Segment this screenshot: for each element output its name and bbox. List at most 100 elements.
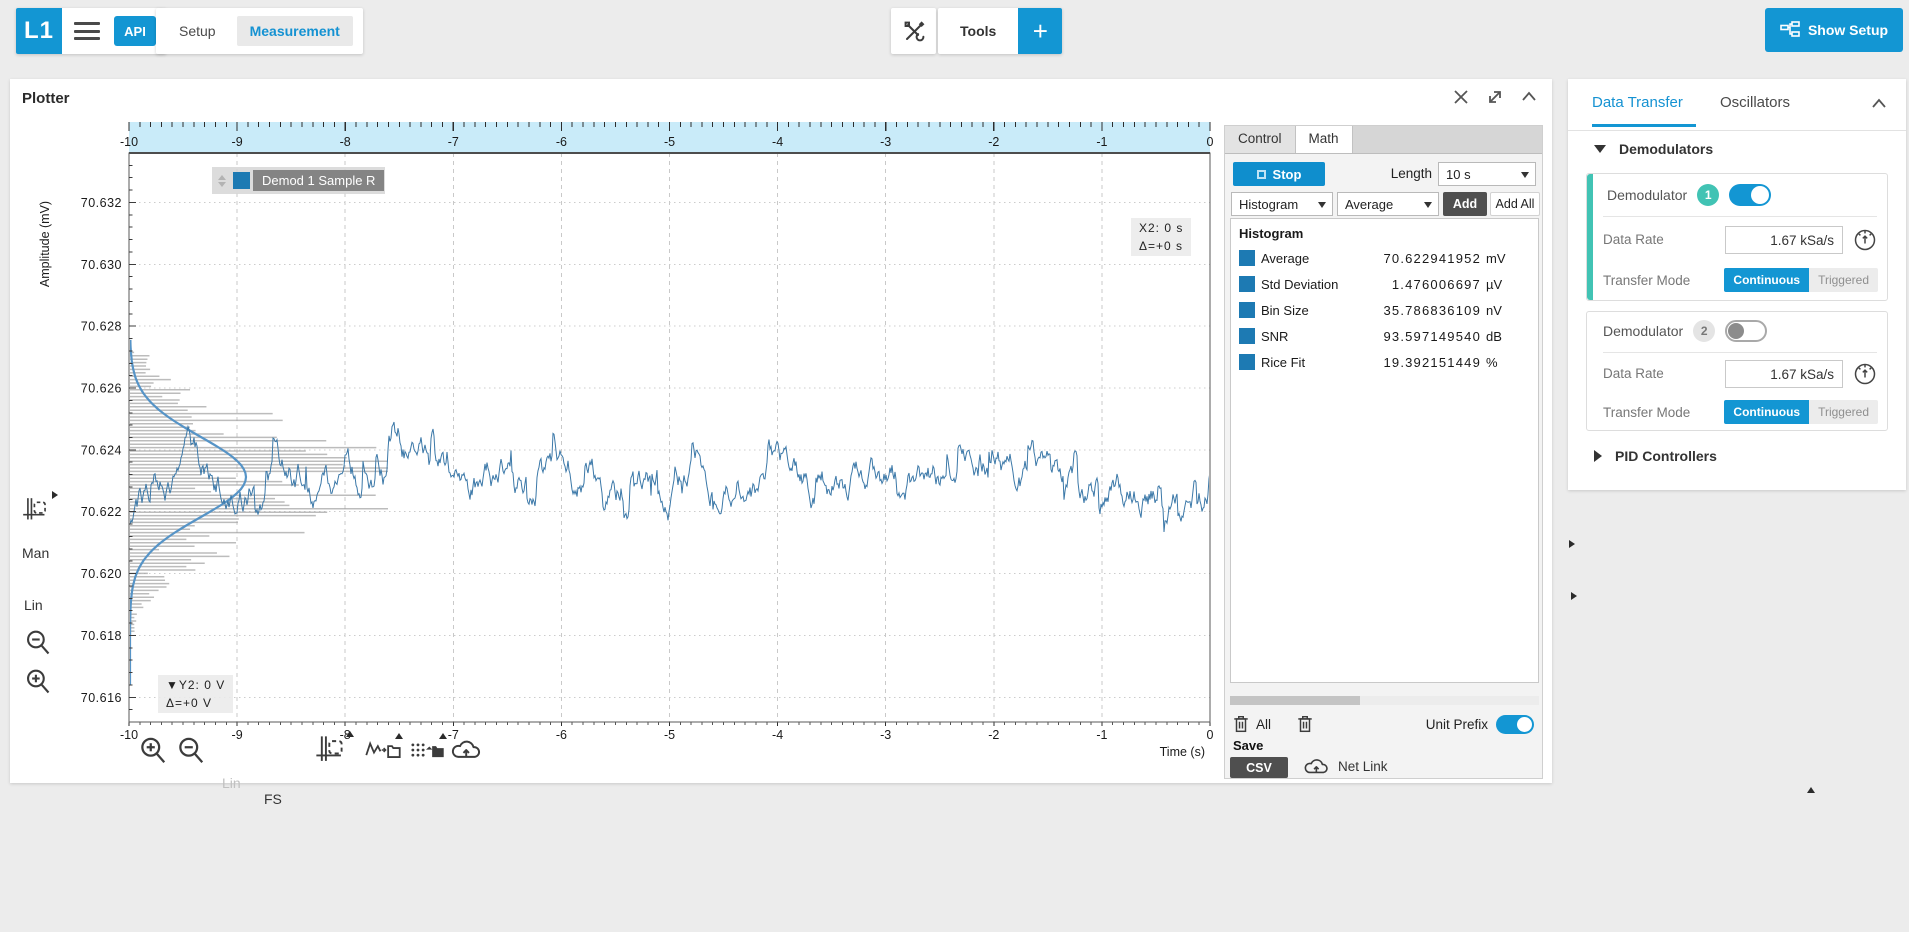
menu-icon[interactable] — [74, 22, 100, 40]
stop-label: Stop — [1273, 167, 1302, 182]
demodulators-title: Demodulators — [1619, 141, 1713, 157]
stat-row[interactable]: Rice Fit19.392151449% — [1231, 349, 1538, 375]
zoom-in-icon — [138, 735, 168, 767]
add-all-button[interactable]: Add All — [1490, 192, 1540, 216]
svg-text:-3: -3 — [880, 135, 891, 149]
net-link-label: Net Link — [1338, 759, 1388, 774]
svg-text:70.628: 70.628 — [81, 320, 122, 334]
tools-icon-button[interactable] — [891, 8, 936, 54]
x-axis-title: Time (s) — [1160, 745, 1205, 759]
y-axis-title: Amplitude (mV) — [38, 201, 52, 287]
delete-selected-icon[interactable] — [1297, 715, 1313, 733]
mode-triggered[interactable]: Triggered — [1809, 400, 1878, 424]
svg-text:-5: -5 — [664, 728, 675, 742]
save-plot-image-button[interactable] — [365, 737, 401, 768]
length-value: 10 s — [1446, 167, 1471, 182]
legend-sort-arrows[interactable] — [216, 175, 228, 187]
math-panel: Control Math Stop Length 10 s Histogram … — [1224, 125, 1543, 779]
math-operation-select[interactable]: Average — [1337, 192, 1439, 216]
demodulator-1-toggle[interactable] — [1729, 184, 1771, 206]
close-icon[interactable] — [1452, 88, 1470, 106]
autoscale-xy-button[interactable] — [315, 735, 345, 770]
svg-text:-5: -5 — [664, 135, 675, 149]
add-tool-button[interactable]: + — [1018, 8, 1062, 54]
collapse-icon[interactable] — [1520, 88, 1538, 106]
stat-color-swatch[interactable] — [1239, 302, 1255, 318]
stat-color-swatch[interactable] — [1239, 250, 1255, 266]
tab-data-transfer[interactable]: Data Transfer — [1592, 79, 1683, 127]
stat-color-swatch[interactable] — [1239, 328, 1255, 344]
stat-row[interactable]: SNR93.597149540dB — [1231, 323, 1538, 349]
math-results-list: Histogram Average70.622941952mV Std Devi… — [1230, 218, 1539, 683]
data-rate-input[interactable] — [1725, 226, 1843, 254]
mode-triggered[interactable]: Triggered — [1809, 268, 1878, 292]
delete-all-label[interactable]: All — [1256, 717, 1271, 732]
demodulator-2-toggle[interactable] — [1725, 320, 1767, 342]
math-panel-tabs: Control Math — [1225, 126, 1542, 154]
tab-control[interactable]: Control — [1225, 126, 1296, 153]
stat-row[interactable]: Bin Size35.786836109nV — [1231, 297, 1538, 323]
save-image-icon — [365, 737, 401, 763]
tools-label: Tools — [938, 23, 1018, 39]
horizontal-scrollbar[interactable] — [1230, 696, 1539, 705]
dropdown-arrow-icon — [1521, 172, 1529, 178]
net-link-button[interactable]: Net Link — [1303, 755, 1388, 777]
expand-icon[interactable] — [1486, 88, 1504, 106]
save-plot-data-button[interactable] — [409, 737, 445, 768]
stat-row[interactable]: Average70.622941952mV — [1231, 245, 1538, 271]
svg-text:-2: -2 — [988, 135, 999, 149]
svg-text:-1: -1 — [1096, 135, 1107, 149]
tab-oscillators[interactable]: Oscillators — [1720, 79, 1790, 127]
zoom-in-x-button[interactable] — [138, 735, 168, 772]
collapse-panel-icon[interactable] — [1870, 95, 1888, 113]
show-setup-icon — [1780, 21, 1800, 39]
y-cursor-readout[interactable]: ▼Y2: 0 V Δ=+0 V — [158, 675, 233, 713]
fs-label: FS — [264, 791, 282, 807]
save-csv-button[interactable]: CSV — [1230, 757, 1288, 778]
autoscale-y-button[interactable] — [22, 497, 48, 528]
zoom-out-icon — [176, 735, 206, 767]
svg-text:-9: -9 — [232, 728, 243, 742]
auto-rate-button[interactable] — [1852, 361, 1878, 392]
plot-legend[interactable]: Demod 1 Sample R — [212, 167, 385, 194]
autoscale-icon — [22, 497, 48, 523]
tab-measurement[interactable]: Measurement — [237, 16, 353, 46]
length-select[interactable]: 10 s — [1438, 162, 1536, 186]
tab-setup[interactable]: Setup — [166, 16, 229, 46]
scrollbar-thumb[interactable] — [1230, 696, 1360, 705]
mode-continuous[interactable]: Continuous — [1724, 268, 1809, 292]
stat-color-swatch[interactable] — [1239, 354, 1255, 370]
pid-controllers-section-header[interactable]: PID Controllers — [1594, 448, 1717, 464]
stat-row[interactable]: Std Deviation1.476006697µV — [1231, 271, 1538, 297]
delete-all-icon[interactable] — [1233, 715, 1249, 733]
man-label: Man — [22, 545, 49, 561]
stat-color-swatch[interactable] — [1239, 276, 1255, 292]
gauge-icon — [1852, 227, 1878, 253]
x-cursor-readout[interactable]: X2: 0 s Δ=+0 s — [1131, 218, 1191, 256]
data-rate-input[interactable] — [1725, 360, 1843, 388]
settings-panel: Data Transfer Oscillators Demodulators D… — [1568, 79, 1906, 490]
add-button[interactable]: Add — [1443, 192, 1487, 216]
show-setup-button[interactable]: Show Setup — [1765, 8, 1903, 52]
unit-prefix-toggle[interactable] — [1496, 715, 1534, 734]
api-button[interactable]: API — [114, 16, 156, 46]
transfer-mode-label: Transfer Mode — [1603, 273, 1690, 288]
tab-math[interactable]: Math — [1296, 126, 1353, 153]
svg-text:-6: -6 — [556, 135, 567, 149]
lin-label: Lin — [24, 597, 43, 613]
svg-text:0: 0 — [1207, 728, 1214, 742]
full-scale-button[interactable]: FS — [264, 791, 1806, 807]
zoom-in-y-button[interactable] — [24, 667, 52, 702]
stop-button[interactable]: Stop — [1233, 162, 1325, 186]
demodulators-section-header[interactable]: Demodulators — [1594, 141, 1713, 157]
math-source-select[interactable]: Histogram — [1231, 192, 1333, 216]
zoom-out-y-button[interactable] — [24, 628, 52, 663]
mode-continuous[interactable]: Continuous — [1724, 400, 1809, 424]
cloud-upload-button[interactable] — [450, 735, 484, 768]
zoom-out-x-button[interactable] — [176, 735, 206, 772]
auto-rate-button[interactable] — [1852, 227, 1878, 258]
svg-text:-4: -4 — [772, 135, 783, 149]
stop-icon — [1257, 170, 1266, 179]
pid-controllers-title: PID Controllers — [1615, 448, 1717, 464]
demodulator-label: Demodulator — [1607, 187, 1687, 203]
